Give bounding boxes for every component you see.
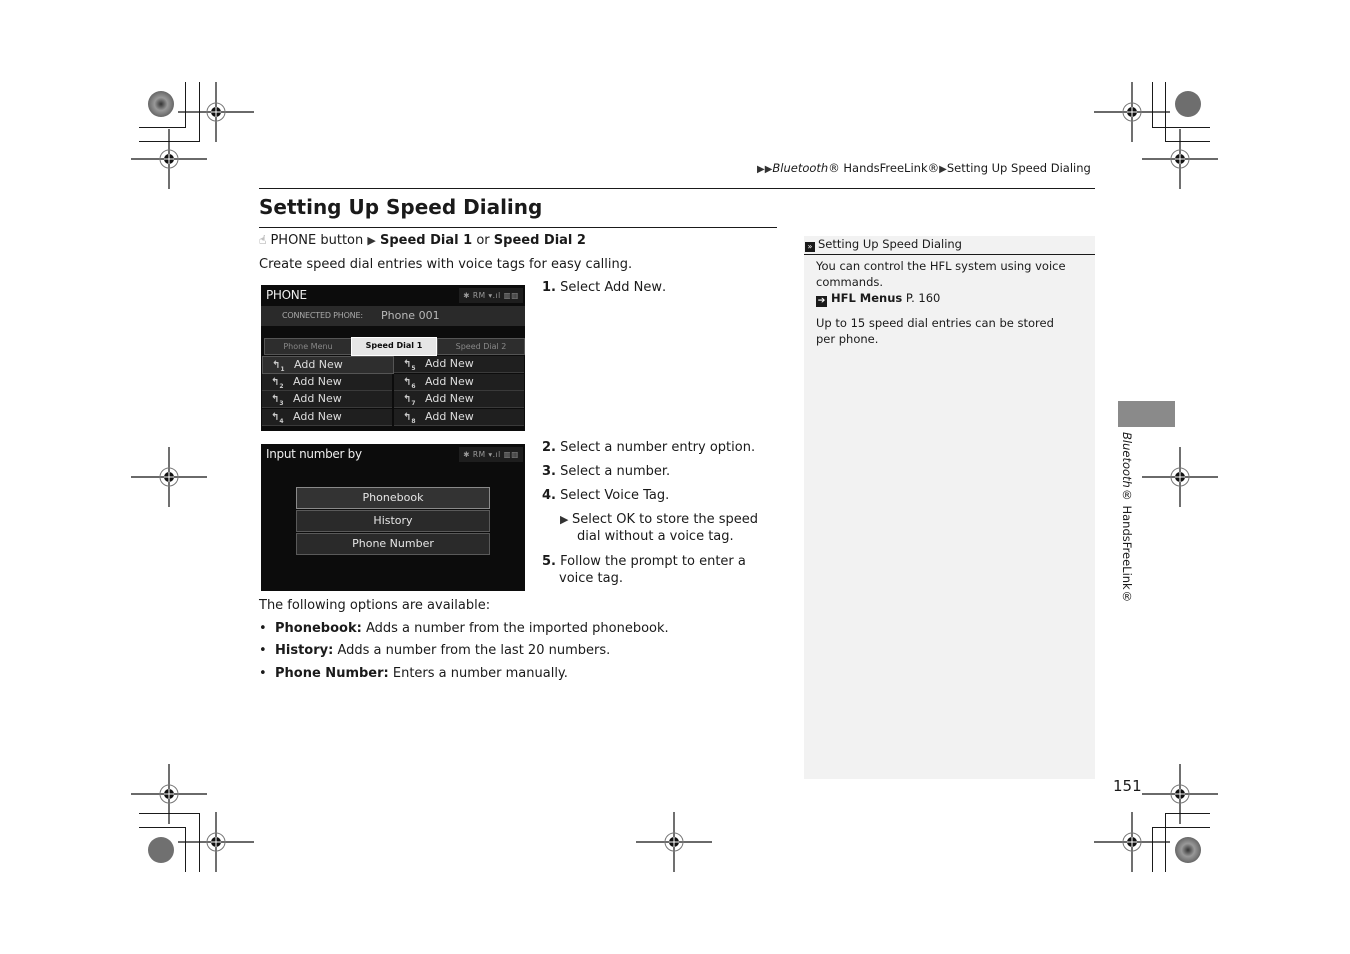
history-button[interactable]: History — [296, 510, 490, 532]
chapter-label: Bluetooth® HandsFreeLink® — [1120, 432, 1134, 604]
step-2: 2. Select a number entry option. — [542, 440, 756, 455]
sidebar-paragraph: Up to 15 speed dial entries can be store… — [816, 316, 1054, 346]
sidebar-header: » Setting Up Speed Dialing — [804, 236, 1095, 255]
phone-speed-dial-screenshot: PHONE ✱ RM ▾.ıl ▥▥ CONNECTED PHONE: Phon… — [261, 285, 525, 431]
speed-dial-entry[interactable]: ↰8 Add New — [394, 409, 524, 426]
triangle-right-icon: ▶ — [560, 513, 572, 526]
sidebar-note: » Setting Up Speed Dialing You can contro… — [804, 236, 1095, 779]
input-number-screenshot: Input number by ✱ RM ▾.ıl ▥▥ Phonebook H… — [261, 444, 525, 591]
speed-dial-entry[interactable]: ↰5 Add New — [394, 356, 524, 373]
hand-touch-icon: ☝ — [259, 233, 267, 247]
page-number: 151 — [1113, 777, 1142, 795]
arrow-right-icon: ➔ — [816, 296, 827, 307]
status-indicators: ✱ RM ▾.ıl ▥▥ — [459, 288, 523, 303]
double-chevron-icon: » — [805, 242, 815, 252]
nav-option-1: Speed Dial 1 — [380, 233, 473, 248]
triangle-right-icon: ▶ — [367, 234, 376, 247]
step-5: 5. Follow the prompt to enter a voice ta… — [542, 554, 746, 586]
registration-target-icon — [177, 81, 255, 143]
sidebar-link[interactable]: ➔ HFL Menus P. 160 — [816, 290, 1076, 307]
connected-phone-bar: CONNECTED PHONE: Phone 001 — [261, 306, 525, 326]
chapter-tab — [1118, 401, 1175, 427]
option-item: • History: Adds a number from the last 20… — [259, 643, 611, 658]
registration-target-icon — [1141, 128, 1219, 190]
option-item: • Phone Number: Enters a number manually. — [259, 666, 568, 681]
speed-dial-entry[interactable]: ↰7 Add New — [394, 391, 524, 408]
phone-icon: ↰4 — [271, 412, 284, 425]
tab-phone-menu[interactable]: Phone Menu — [264, 338, 352, 355]
sidebar-paragraph: You can control the HFL system using voi… — [816, 259, 1066, 289]
color-disc-icon — [1175, 91, 1201, 117]
triangle-right-icon: ▶ — [939, 164, 947, 175]
connected-phone-label: CONNECTED PHONE: — [282, 311, 363, 320]
header-divider — [259, 188, 1095, 189]
triangle-right-icon: ▶▶ — [757, 164, 773, 175]
registration-target-icon — [177, 811, 255, 873]
phonebook-button[interactable]: Phonebook — [296, 487, 490, 509]
screen-title: Input number by — [266, 447, 362, 461]
tab-speed-dial-2[interactable]: Speed Dial 2 — [437, 338, 525, 355]
breadcrumb-item[interactable]: Bluetooth — [772, 161, 828, 175]
step-4-note: ▶ Select OK to store the speed dial with… — [560, 512, 759, 544]
registration-target-icon — [635, 811, 713, 873]
color-disc-icon — [148, 91, 174, 117]
bullet-icon: • — [259, 621, 267, 636]
screen-tabs: Phone Menu Speed Dial 1 Speed Dial 2 — [264, 337, 525, 356]
phone-number-button[interactable]: Phone Number — [296, 533, 490, 555]
speed-dial-entry[interactable]: ↰2 Add New — [262, 374, 392, 391]
registration-target-icon — [130, 128, 208, 190]
speed-dial-entry[interactable]: ↰3 Add New — [262, 391, 392, 408]
registration-target-icon — [1141, 446, 1219, 508]
breadcrumb-item[interactable]: Setting Up Speed Dialing — [947, 161, 1091, 175]
tab-speed-dial-1[interactable]: Speed Dial 1 — [351, 337, 437, 356]
speed-dial-entry[interactable]: ↰1 Add New — [262, 356, 394, 374]
screen-title: PHONE — [266, 288, 307, 302]
bullet-icon: • — [259, 643, 267, 658]
step-3: 3. Select a number. — [542, 464, 671, 479]
registration-target-icon — [130, 446, 208, 508]
step-4: 4. Select Voice Tag. — [542, 488, 670, 503]
speed-dial-entry[interactable]: ↰4 Add New — [262, 409, 392, 426]
connected-phone-value: Phone 001 — [381, 309, 440, 322]
intro-text: Create speed dial entries with voice tag… — [259, 257, 633, 272]
speed-dial-entry[interactable]: ↰6 Add New — [394, 374, 524, 391]
phone-icon: ↰8 — [403, 412, 416, 425]
nav-or: or — [476, 233, 490, 248]
status-indicators: ✱ RM ▾.ıl ▥▥ — [459, 447, 523, 462]
page-title: Setting Up Speed Dialing — [259, 195, 543, 219]
breadcrumb-item[interactable]: ® HandsFreeLink® — [828, 161, 939, 175]
registration-marks — [130, 81, 1219, 873]
option-item: • Phonebook: Adds a number from the impor… — [259, 621, 669, 636]
registration-target-icon — [1093, 811, 1171, 873]
registration-target-icon — [1141, 763, 1219, 825]
nav-option-2: Speed Dial 2 — [493, 233, 586, 248]
bullet-icon: • — [259, 666, 267, 681]
registration-target-icon — [1093, 81, 1171, 143]
registration-target-icon — [130, 763, 208, 825]
color-disc-icon — [1175, 837, 1201, 863]
input-options-menu: Phonebook History Phone Number — [296, 487, 490, 556]
title-divider — [259, 227, 777, 228]
step-1: 1. Select Add New. — [542, 280, 667, 295]
color-disc-icon — [148, 837, 174, 863]
options-intro: The following options are available: — [259, 598, 491, 613]
breadcrumb: ▶▶Bluetooth® HandsFreeLink®▶Setting Up S… — [757, 161, 1091, 175]
navigation-path: ☝ PHONE button ▶ Speed Dial 1 or Speed D… — [259, 233, 586, 248]
nav-start: PHONE button — [270, 233, 364, 248]
